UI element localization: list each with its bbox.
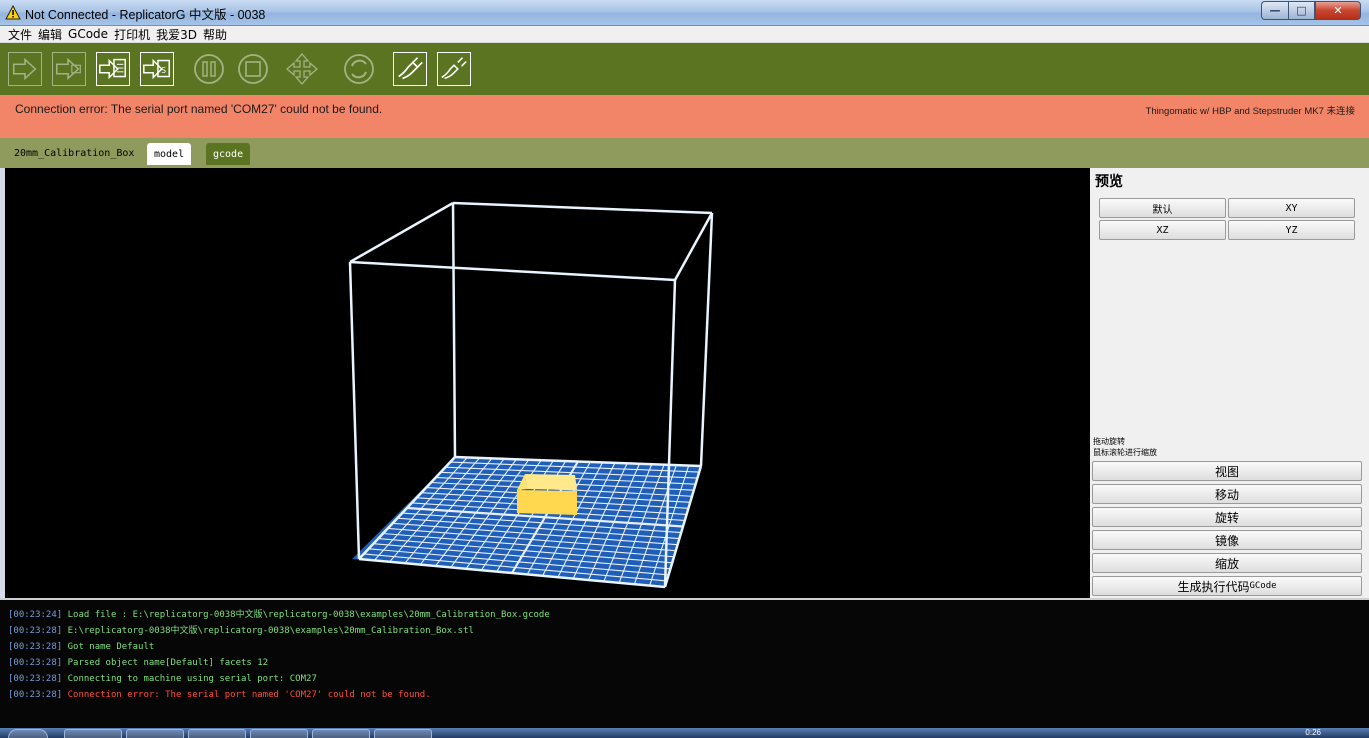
pause-button[interactable] — [192, 52, 226, 86]
connect-button[interactable] — [393, 52, 427, 86]
upload-to-sd-button[interactable]: S — [140, 52, 174, 86]
console-timestamp: [00:23:28] — [8, 642, 63, 652]
hint-scroll-zoom: 鼠标滚轮进行缩放 — [1093, 448, 1157, 457]
console-timestamp: [00:23:28] — [8, 658, 63, 668]
preview-panel: 预览 默认 XY XZ YZ 拖动旋转 鼠标滚轮进行缩放 视图 移动 旋转 镜像… — [1090, 168, 1369, 598]
console-line-error: [00:23:28] Connection error: The serial … — [0, 687, 1369, 703]
menu-gcode[interactable]: GCode — [68, 27, 108, 41]
console-line: [00:23:28] Got name Default — [0, 639, 1369, 655]
view-xz-button[interactable]: XZ — [1099, 220, 1226, 240]
build-to-file-icon — [99, 58, 126, 80]
menu-help[interactable]: 帮助 — [203, 26, 227, 43]
console-line: [00:23:28] Connecting to machine using s… — [0, 671, 1369, 687]
taskbar-app-1[interactable] — [64, 729, 122, 738]
view-yz-button[interactable]: YZ — [1228, 220, 1355, 240]
start-button[interactable] — [8, 729, 48, 738]
warning-icon — [5, 5, 21, 20]
menu-file[interactable]: 文件 — [8, 26, 32, 43]
console-text: Load file : E:\replicatorg-0038中文版\repli… — [67, 610, 550, 620]
reset-button[interactable] — [342, 52, 376, 86]
os-taskbar: 0:26 — [0, 728, 1369, 738]
mirror-button[interactable]: 镜像 — [1092, 530, 1362, 550]
console-timestamp: [00:23:24] — [8, 610, 63, 620]
console-text: E:\replicatorg-0038中文版\replicatorg-0038\… — [67, 626, 474, 636]
taskbar-app-5[interactable] — [312, 729, 370, 738]
upload-to-sd-icon: S — [143, 58, 170, 80]
console-timestamp: [00:23:28] — [8, 690, 63, 700]
build-volume-view[interactable] — [5, 168, 1090, 598]
generate-gcode-suffix: GCode — [1249, 581, 1277, 591]
app-window: Not Connected - ReplicatorG 中文版 - 0038 —… — [0, 0, 1369, 738]
stop-icon — [238, 54, 268, 84]
rotate-button[interactable]: 旋转 — [1092, 507, 1362, 527]
title-bar[interactable]: Not Connected - ReplicatorG 中文版 - 0038 —… — [0, 0, 1369, 26]
taskbar-app-6[interactable] — [374, 729, 432, 738]
view-default-button[interactable]: 默认 — [1099, 198, 1226, 218]
view-button[interactable]: 视图 — [1092, 461, 1362, 481]
console-text: Connection error: The serial port named … — [67, 690, 431, 700]
build-remote-icon — [56, 57, 81, 81]
window-controls: — □ ✕ — [1261, 1, 1361, 20]
connect-icon — [398, 57, 423, 80]
stop-button[interactable] — [236, 52, 270, 86]
taskbar-app-2[interactable] — [126, 729, 184, 738]
tab-gcode[interactable]: gcode — [206, 143, 251, 165]
machine-status: Thingomatic w/ HBP and Stepstruder MK7 未… — [1145, 106, 1355, 117]
move-button[interactable]: 移动 — [1092, 484, 1362, 504]
taskbar-app-4[interactable] — [250, 729, 308, 738]
reset-icon — [344, 54, 374, 84]
view-xy-button[interactable]: XY — [1228, 198, 1355, 218]
control-panel-icon — [286, 53, 318, 85]
status-bar: Connection error: The serial port named … — [0, 95, 1369, 138]
calibration-box-model[interactable] — [517, 474, 577, 515]
control-panel-button[interactable] — [285, 52, 319, 86]
menu-woai3d[interactable]: 我爱3D — [156, 26, 197, 43]
console-text: Connecting to machine using serial port:… — [67, 674, 317, 684]
console-timestamp: [00:23:28] — [8, 674, 63, 684]
hint-drag-rotate: 拖动旋转 — [1093, 437, 1125, 446]
taskbar-clock: 0:26 — [1305, 728, 1321, 737]
console-line: [00:23:28] E:\replicatorg-0038中文版\replic… — [0, 623, 1369, 639]
build-button[interactable] — [8, 52, 42, 86]
file-name: 20mm_Calibration_Box — [14, 148, 135, 159]
maximize-button[interactable]: □ — [1288, 1, 1315, 20]
tab-row: 20mm_Calibration_Box model gcode — [0, 138, 1369, 168]
disconnect-button[interactable] — [437, 52, 471, 86]
status-message: Connection error: The serial port named … — [15, 102, 383, 116]
console-line: [00:23:24] Load file : E:\replicatorg-00… — [0, 607, 1369, 623]
console-log[interactable]: [00:23:24] Load file : E:\replicatorg-00… — [0, 598, 1369, 728]
svg-text:S: S — [161, 66, 166, 75]
console-line: [00:23:28] Parsed object name[Default] f… — [0, 655, 1369, 671]
model-viewport[interactable] — [5, 168, 1090, 598]
console-text: Got name Default — [67, 642, 155, 652]
pause-icon — [194, 54, 224, 84]
build-icon — [12, 57, 37, 81]
close-button[interactable]: ✕ — [1315, 1, 1361, 20]
menu-bar: 文件 编辑 GCode 打印机 我爱3D 帮助 — [0, 26, 1369, 43]
disconnect-icon — [441, 57, 467, 80]
minimize-button[interactable]: — — [1261, 1, 1288, 20]
console-text: Parsed object name[Default] facets 12 — [67, 658, 269, 668]
menu-edit[interactable]: 编辑 — [38, 26, 62, 43]
build-remote-button[interactable] — [52, 52, 86, 86]
console-timestamp: [00:23:28] — [8, 626, 63, 636]
scale-button[interactable]: 缩放 — [1092, 553, 1362, 573]
generate-gcode-label: 生成执行代码 — [1177, 579, 1250, 594]
window-title: Not Connected - ReplicatorG 中文版 - 0038 — [25, 8, 266, 22]
toolbar: S — [0, 43, 1369, 95]
tab-model[interactable]: model — [147, 143, 192, 165]
menu-printer[interactable]: 打印机 — [114, 26, 150, 43]
taskbar-app-3[interactable] — [188, 729, 246, 738]
preview-title: 预览 — [1095, 174, 1123, 190]
generate-gcode-button[interactable]: 生成执行代码 GCode — [1092, 576, 1362, 596]
build-to-file-button[interactable] — [96, 52, 130, 86]
